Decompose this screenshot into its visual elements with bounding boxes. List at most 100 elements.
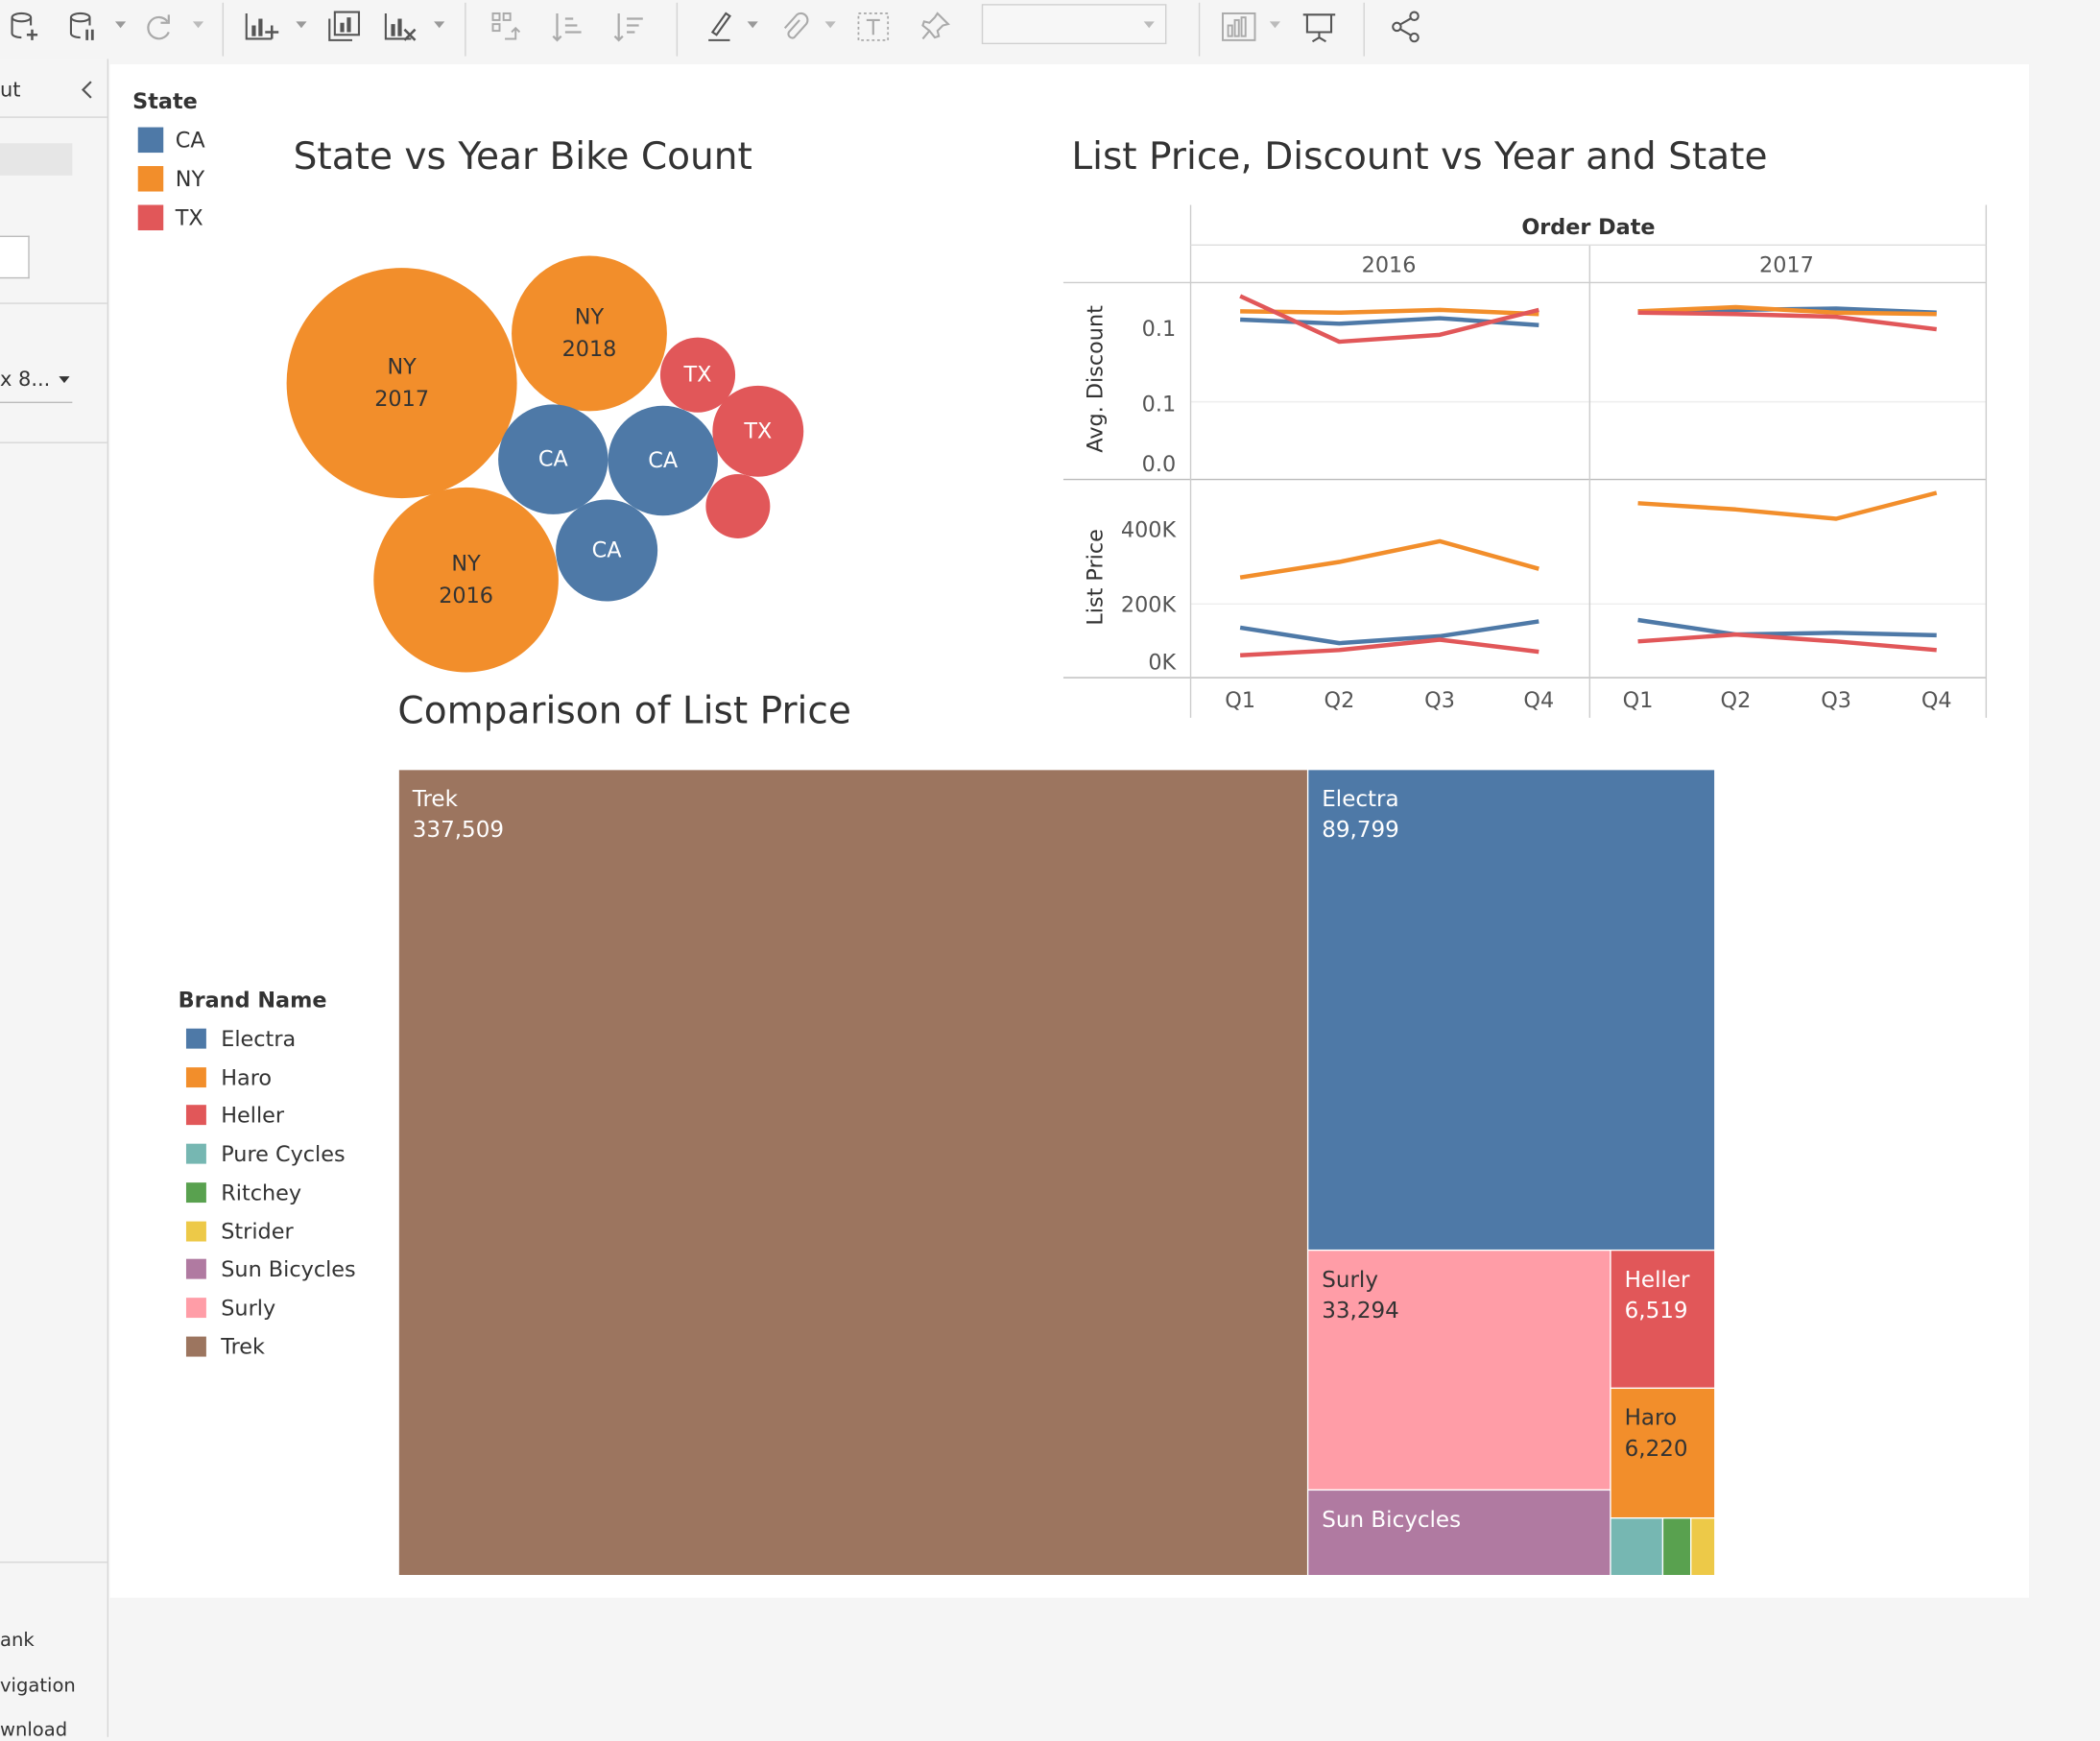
brand-legend-item-trek[interactable]: Trek	[185, 1333, 265, 1359]
column-header: Order Date	[1521, 215, 1655, 240]
brand-legend-item-electra[interactable]: Electra	[185, 1025, 297, 1052]
brand-legend-item-ritchey[interactable]: Ritchey	[185, 1180, 302, 1205]
brand-legend-item-sun-bicycles[interactable]: Sun Bicycles	[185, 1256, 356, 1282]
bubble-tx[interactable]	[705, 473, 771, 538]
treemap-cell-sun-bicycles[interactable]: Sun Bicycles	[1308, 1491, 1611, 1575]
sort-descending-icon[interactable]	[610, 8, 648, 45]
state-legend-item-tx[interactable]: TX	[137, 204, 203, 231]
quarter-label: Q3	[1821, 688, 1851, 713]
treemap-cell[interactable]	[1663, 1518, 1690, 1575]
treemap-cell-haro[interactable]: Haro 6,220	[1611, 1389, 1715, 1517]
collapse-pane-icon[interactable]	[78, 78, 97, 102]
discount-axis-title: Avg. Discount	[1083, 305, 1108, 453]
bubble-ca[interactable]: CA	[556, 499, 658, 602]
size-field[interactable]	[0, 235, 30, 279]
legend-label: Trek	[221, 1333, 265, 1359]
state-legend-item-ca[interactable]: CA	[137, 127, 205, 154]
dashboard-pane: ut x 8... ank vigation wnload	[0, 59, 109, 1741]
state-legend-item-ny[interactable]: NY	[137, 166, 205, 192]
legend-swatch	[137, 204, 164, 231]
share-icon[interactable]	[1388, 8, 1425, 45]
duplicate-sheet-icon[interactable]	[324, 8, 365, 45]
device-preview-button[interactable]	[0, 143, 73, 176]
discount-tick-label: 0.1	[1142, 317, 1176, 342]
price-tick-label: 200K	[1121, 593, 1178, 618]
pane-header: ut	[0, 77, 21, 103]
bubble-ny-2016[interactable]: NY 2016	[373, 487, 559, 673]
brand-legend-item-surly[interactable]: Surly	[185, 1295, 275, 1321]
bubble-label-state: CA	[591, 537, 622, 563]
attach-icon[interactable]	[776, 8, 811, 45]
bubble-label-year: 2018	[561, 336, 617, 362]
fit-dropdown[interactable]	[981, 4, 1167, 45]
bubble-label-state: NY	[574, 303, 605, 330]
brand-legend-item-pure-cycles[interactable]: Pure Cycles	[185, 1141, 346, 1167]
brand-legend-item-heller[interactable]: Heller	[185, 1102, 285, 1129]
toolbar	[0, 0, 2100, 60]
legend-label: Heller	[221, 1102, 285, 1129]
refresh-icon[interactable]	[139, 8, 177, 45]
treemap-cell-value: 89,799	[1322, 817, 1399, 843]
sort-ascending-icon[interactable]	[549, 8, 586, 45]
treemap-cell-electra[interactable]: Electra 89,799	[1308, 770, 1715, 1250]
price-tick-label: 400K	[1121, 518, 1178, 543]
price-line-tx	[1637, 632, 1937, 653]
legend-label: Sun Bicycles	[221, 1256, 356, 1282]
treemap-cell-name: Sun Bicycles	[1322, 1506, 1462, 1533]
bubble-label-year: 2017	[374, 385, 430, 412]
swap-axes-icon[interactable]	[488, 8, 525, 45]
pane-item-download[interactable]: wnload	[0, 1720, 67, 1741]
bubble-ca[interactable]: CA	[608, 405, 718, 516]
legend-label: Ritchey	[221, 1180, 302, 1205]
price-line-ny	[1637, 490, 1938, 521]
price-line-ca	[1239, 619, 1539, 646]
pane-item-navigation[interactable]: vigation	[0, 1676, 76, 1697]
treemap-cell-name: Haro	[1624, 1404, 1678, 1431]
legend-swatch	[185, 1105, 206, 1126]
bubble-label-state: NY	[387, 353, 417, 379]
bubble-tx[interactable]: TX	[712, 385, 804, 477]
pin-icon[interactable]	[916, 8, 953, 45]
new-data-source-icon[interactable]	[6, 8, 43, 45]
pane-item-blank[interactable]: ank	[0, 1630, 35, 1651]
price-line-tx	[1240, 637, 1539, 657]
legend-swatch	[137, 127, 164, 154]
treemap-cell[interactable]	[1611, 1518, 1662, 1575]
legend-label: Electra	[221, 1025, 297, 1052]
bubble-label-state: TX	[683, 361, 712, 388]
legend-label: NY	[175, 166, 205, 192]
bubble-label-state: CA	[537, 445, 568, 472]
size-dropdown-value[interactable]: x 8...	[0, 367, 50, 391]
new-worksheet-icon[interactable]	[241, 8, 281, 45]
discount-line-ny	[1240, 307, 1539, 317]
bubble-ny-2018[interactable]: NY 2018	[512, 255, 667, 412]
price-tick-label: 0K	[1148, 651, 1177, 676]
quarter-label: Q3	[1424, 688, 1455, 713]
legend-swatch	[185, 1297, 206, 1318]
line-chart-title: List Price, Discount vs Year and State	[1071, 133, 1768, 179]
show-me-icon[interactable]	[1219, 8, 1259, 45]
treemap-cell-surly[interactable]: Surly 33,294	[1308, 1251, 1611, 1490]
bubble-ny-2017[interactable]: NY 2017	[286, 268, 517, 499]
treemap-cell-name: Heller	[1624, 1267, 1690, 1293]
legend-label: Haro	[221, 1063, 273, 1090]
legend-swatch	[185, 1028, 206, 1049]
legend-swatch	[185, 1143, 206, 1164]
pause-updates-icon[interactable]	[64, 8, 99, 45]
clear-sheet-icon[interactable]	[380, 8, 420, 45]
text-label-icon[interactable]	[854, 8, 892, 45]
treemap-cell-trek[interactable]: Trek 337,509	[398, 770, 1307, 1575]
treemap-cell[interactable]	[1691, 1518, 1715, 1575]
quarter-label: Q4	[1523, 688, 1554, 713]
brand-legend-item-strider[interactable]: Strider	[185, 1218, 294, 1244]
legend-swatch	[185, 1336, 206, 1356]
treemap-cell-heller[interactable]: Heller 6,519	[1611, 1251, 1715, 1388]
highlight-icon[interactable]	[702, 8, 736, 45]
line-chart: Order Date 2016 2017 Avg. Discount List Pric…	[1062, 204, 1988, 718]
presentation-icon[interactable]	[1300, 8, 1340, 45]
bubble-ca[interactable]: CA	[498, 404, 609, 514]
treemap-cell-name: Trek	[412, 786, 458, 812]
brand-legend-item-haro[interactable]: Haro	[185, 1063, 273, 1090]
treemap-cell-value: 337,509	[412, 817, 504, 843]
treemap-cell-value: 33,294	[1322, 1298, 1399, 1324]
